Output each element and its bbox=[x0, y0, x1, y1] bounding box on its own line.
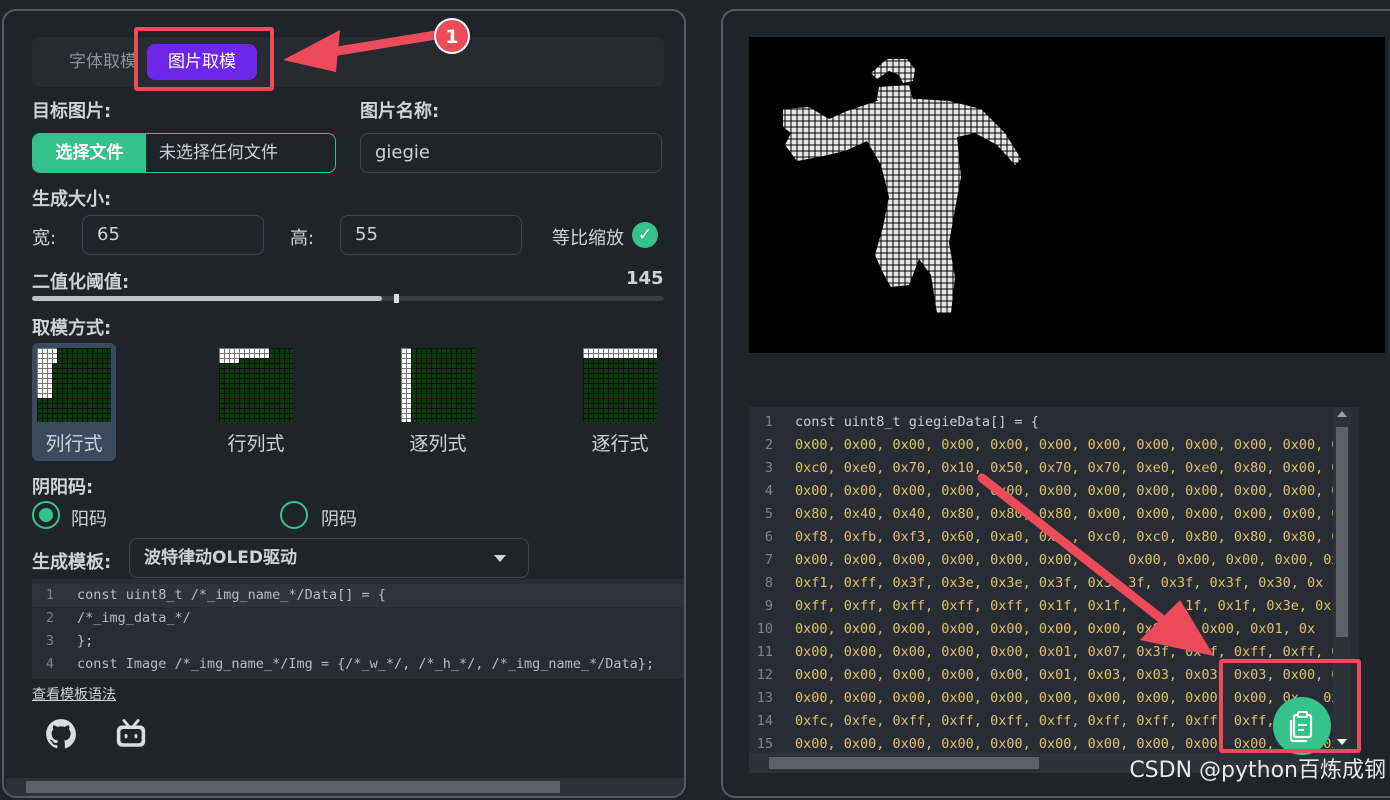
annotation-arrows bbox=[283, 30, 1214, 656]
step-number-badge: 1 bbox=[434, 18, 470, 54]
watermark-text: CSDN @python百炼成钢 bbox=[1129, 758, 1386, 783]
